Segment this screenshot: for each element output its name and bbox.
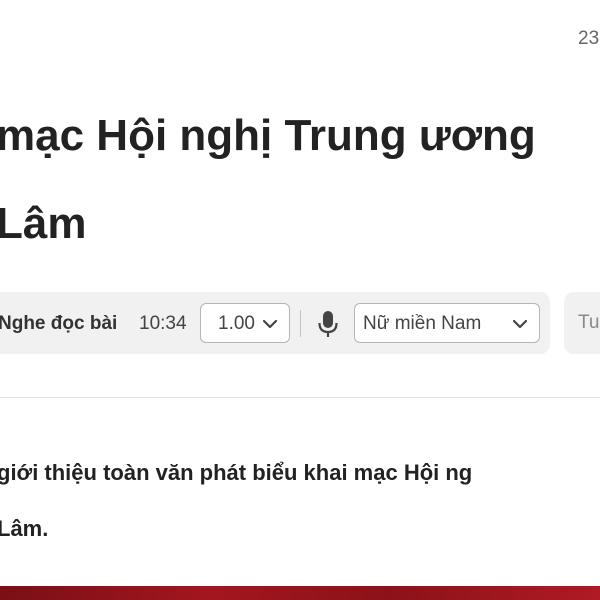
microphone-icon (318, 311, 338, 337)
chevron-down-icon (262, 319, 278, 329)
side-action-button[interactable]: Tu (564, 292, 600, 354)
content-divider (0, 397, 600, 398)
article-title: mạc Hội nghị Trung ương Lâm (0, 111, 536, 248)
article-lead: giới thiệu toàn văn phát biểu khai mạc H… (0, 460, 473, 541)
listen-label[interactable]: Nghe đọc bài (0, 313, 117, 335)
voice-select-value: Nữ miền Nam (363, 313, 482, 334)
side-action-label: Tu (578, 312, 600, 333)
chevron-down-icon (512, 319, 528, 329)
publish-time: 23 (578, 28, 600, 49)
article-image (0, 586, 600, 600)
separator (300, 310, 301, 337)
speed-select[interactable]: 1.00 (200, 303, 290, 343)
audio-duration: 10:34 (139, 313, 187, 334)
speed-select-value: 1.00 (218, 313, 255, 334)
voice-select[interactable]: Nữ miền Nam (354, 303, 540, 343)
